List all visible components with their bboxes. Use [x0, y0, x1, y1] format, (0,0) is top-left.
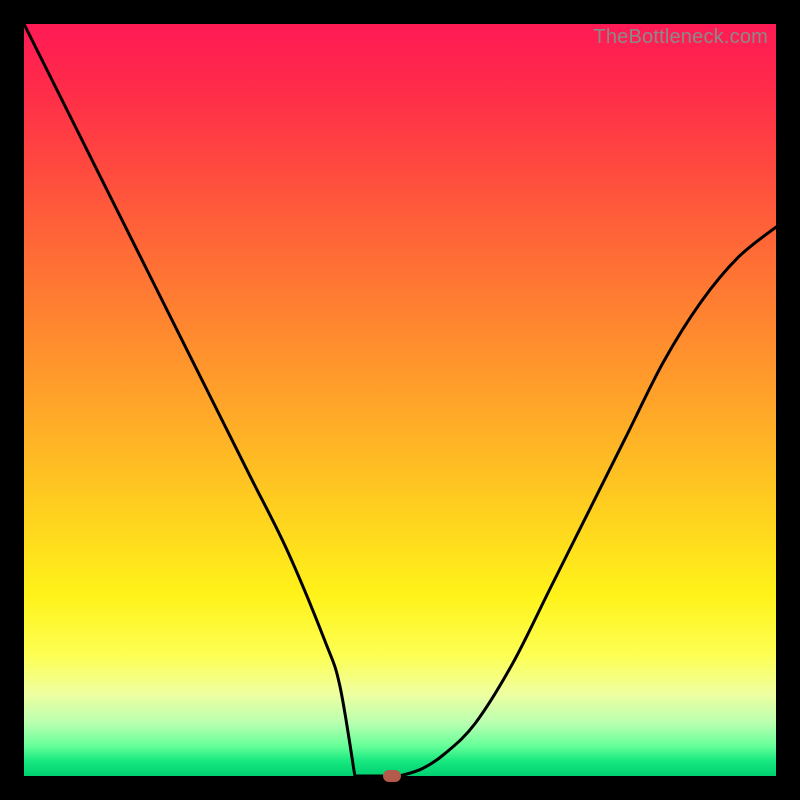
bottleneck-curve: [24, 24, 776, 776]
chart-frame: TheBottleneck.com: [0, 0, 800, 800]
plot-area: TheBottleneck.com: [24, 24, 776, 776]
optimal-point-marker: [383, 770, 401, 782]
